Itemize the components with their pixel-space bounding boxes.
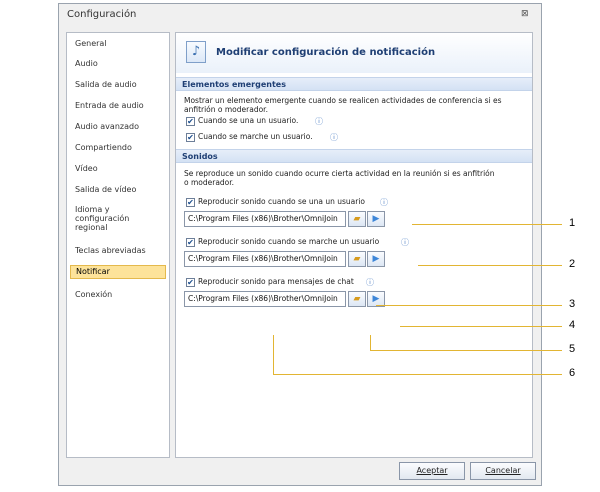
callout-number-5: 5 [569,343,576,355]
sound-chat-checkbox[interactable]: ✔ [186,278,195,287]
play-icon[interactable]: ▶ [367,251,385,267]
sidebar-item-video[interactable]: Vídeo [70,164,166,174]
sidebar-item-general[interactable]: General [70,39,166,49]
callout-number-4: 4 [569,319,576,331]
music-note-icon: ♪ [186,41,206,63]
sidebar-item-audio[interactable]: Audio [70,59,166,69]
callout-line-5-vertical [370,335,371,350]
sidebar-item-connection[interactable]: Conexión [70,290,166,300]
sidebar-item-audio-input[interactable]: Entrada de audio [70,101,166,111]
sidebar-item-notify[interactable]: Notificar [70,265,166,279]
sidebar: General Audio Salida de audio Entrada de… [66,32,170,458]
callout-number-6: 6 [569,367,576,379]
page-title: Modificar configuración de notificación [216,47,436,58]
section-heading-popups: Elementos emergentes [176,77,532,91]
main-panel: ♪ Modificar configuración de notificació… [175,32,533,458]
sidebar-item-sharing[interactable]: Compartiendo [70,143,166,153]
sound-leave-path-field[interactable]: C:\Program Files (x86)\Brother\OmniJoin [184,251,346,267]
callout-line-6-vertical [273,335,274,374]
folder-icon[interactable]: ▰ [348,251,366,267]
callout-line-1 [412,224,562,225]
folder-icon[interactable]: ▰ [348,291,366,307]
callout-line-6 [273,374,562,375]
panel-header: ♪ Modificar configuración de notificació… [176,33,532,73]
sidebar-item-language-line3[interactable]: regional [70,223,166,233]
sound-chat-path-field[interactable]: C:\Program Files (x86)\Brother\OmniJoin [184,291,346,307]
accept-button[interactable]: Aceptar [399,462,465,480]
sound-leave-label: Reproducir sonido cuando se marche un us… [198,237,380,246]
popup-join-checkbox[interactable]: ✔ [186,117,195,126]
callout-line-3 [376,305,562,306]
section-heading-sounds: Sonidos [176,149,532,163]
sound-join-label: Reproducir sonido cuando se una un usuar… [198,197,366,206]
accept-label: Aceptar [416,466,448,475]
info-icon[interactable]: ⓘ [401,237,409,248]
cancel-button[interactable]: Cancelar [470,462,536,480]
callout-number-2: 2 [569,258,576,270]
close-icon[interactable]: ⊠ [521,9,529,19]
sidebar-item-video-output[interactable]: Salida de vídeo [70,185,166,195]
settings-window: Configuración ⊠ General Audio Salida de … [58,3,542,486]
info-icon[interactable]: ⓘ [380,197,388,208]
cancel-label: Cancelar [485,466,521,475]
popup-join-label: Cuando se una un usuario. [198,116,299,125]
info-icon[interactable]: ⓘ [366,277,374,288]
popup-leave-label: Cuando se marche un usuario. [198,132,313,141]
callout-line-5 [370,350,562,351]
sound-join-checkbox[interactable]: ✔ [186,198,195,207]
callout-line-4 [400,326,562,327]
info-icon[interactable]: ⓘ [315,116,323,127]
callout-number-1: 1 [569,217,576,229]
sidebar-item-audio-output[interactable]: Salida de audio [70,80,166,90]
popups-description-line2: anfitrión o moderador. [184,105,268,114]
info-icon[interactable]: ⓘ [330,132,338,143]
play-icon[interactable]: ▶ [367,211,385,227]
title-bar: Configuración ⊠ [59,4,541,26]
callout-line-2 [418,265,562,266]
sidebar-item-advanced-audio[interactable]: Audio avanzado [70,122,166,132]
popup-leave-checkbox[interactable]: ✔ [186,133,195,142]
sounds-description-line2: o moderador. [184,178,235,187]
window-title: Configuración [67,9,137,20]
sound-leave-checkbox[interactable]: ✔ [186,238,195,247]
folder-icon[interactable]: ▰ [348,211,366,227]
sidebar-item-shortcuts[interactable]: Teclas abreviadas [70,246,166,256]
callout-number-3: 3 [569,298,576,310]
sound-chat-label: Reproducir sonido para mensajes de chat [198,277,354,286]
sound-join-path-field[interactable]: C:\Program Files (x86)\Brother\OmniJoin [184,211,346,227]
